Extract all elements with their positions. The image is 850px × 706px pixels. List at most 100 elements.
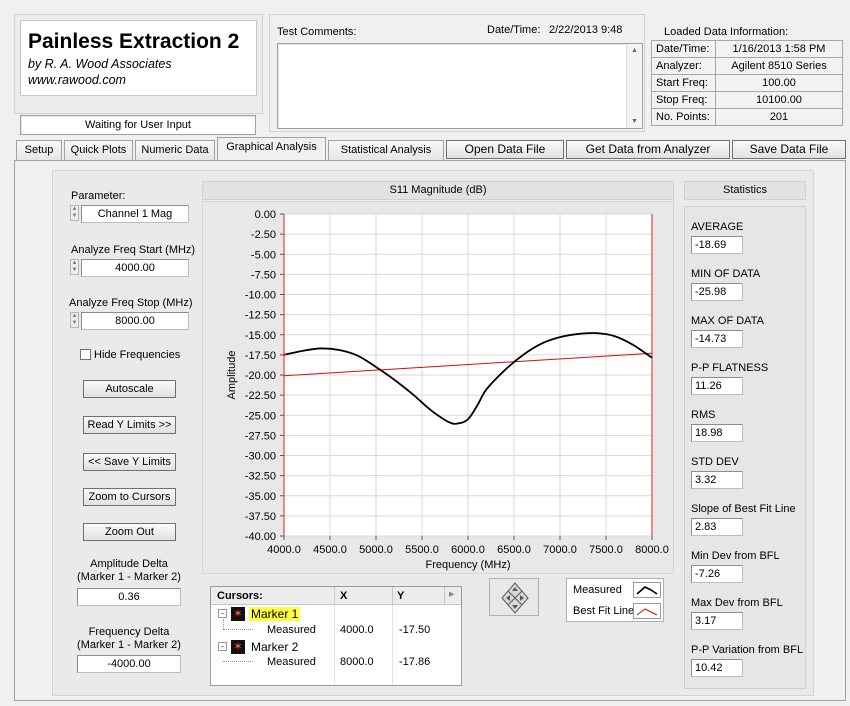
scroll-down-icon[interactable]: ▼ — [627, 118, 642, 125]
frequency-delta-value: -4000.00 — [107, 658, 151, 670]
datetime-label: Date/Time: — [487, 24, 541, 36]
amplitude-delta-field: 0.36 — [77, 588, 181, 606]
get-data-analyzer-button[interactable]: Get Data from Analyzer — [566, 140, 730, 159]
stats-title: Statistics — [722, 184, 767, 196]
chart-title-bar: S11 Magnitude (dB) — [202, 181, 674, 200]
y-tick-label: -27.50 — [245, 430, 276, 442]
tab-setup[interactable]: Setup — [16, 140, 62, 160]
parameter-label: Parameter: — [71, 190, 126, 202]
tab-numeric-data[interactable]: Numeric Data — [135, 140, 215, 160]
x-tick-label: 5500.0 — [405, 544, 439, 556]
tab-graphical-analysis[interactable]: Graphical Analysis — [217, 137, 326, 160]
legend-bestfit-label: Best Fit Line — [573, 605, 635, 617]
comments-panel: Test Comments: Date/Time: 2/22/2013 9:48… — [269, 14, 645, 132]
stat-value: 10.42 — [691, 659, 743, 677]
cursor-row-y: -17.86 — [399, 656, 431, 668]
legend-bestfit-swatch[interactable] — [633, 603, 661, 619]
hide-frequencies-label: Hide Frequencies — [94, 349, 181, 361]
s11-chart[interactable]: 0.00 -2.50 -5.00 -7.50 -10.00 -12.50 -15.00 -17… — [202, 201, 674, 574]
app-author: by R. A. Wood Associates — [28, 57, 172, 71]
y-tick-label: -30.00 — [245, 451, 276, 463]
scroll-up-icon[interactable]: ▲ — [627, 47, 642, 54]
cursor-row-y: -17.50 — [399, 624, 431, 636]
parameter-spinner[interactable]: ▲ ▼ — [70, 205, 79, 221]
marker-1-label[interactable]: Marker 1 — [249, 607, 301, 621]
y-tick-label: -25.00 — [245, 410, 276, 422]
hide-frequencies-checkbox[interactable] — [80, 349, 91, 360]
cursor-table-header: Cursors: X Y ▶ — [211, 587, 461, 605]
stat-label: Min Dev from BFL — [691, 550, 780, 562]
x-tick-label: 8000.0 — [635, 544, 669, 556]
loaded-info-value: 1/16/2013 1:58 PM — [715, 40, 843, 58]
marker-2-label[interactable]: Marker 2 — [249, 640, 300, 654]
cursor-table-scroll-icon[interactable]: ▶ — [449, 590, 454, 598]
legend-measured-swatch[interactable] — [633, 582, 661, 598]
stop-freq-spinner[interactable]: ▲ ▼ — [70, 312, 79, 328]
start-freq-spinner[interactable]: ▲ ▼ — [70, 259, 79, 275]
chart-title: S11 Magnitude (dB) — [389, 184, 487, 196]
y-tick-label: -37.50 — [245, 511, 276, 523]
cursor-header-x: X — [340, 590, 348, 602]
comments-textarea[interactable]: ▲ ▼ — [277, 43, 643, 129]
stat-value: -14.73 — [691, 330, 743, 348]
y-tick-label: 0.00 — [255, 209, 276, 221]
stat-value: -7.26 — [691, 565, 743, 583]
comments-scrollbar[interactable]: ▲ ▼ — [626, 44, 642, 128]
y-tick-label: -10.00 — [245, 290, 276, 302]
parameter-select[interactable]: Channel 1 Mag — [81, 205, 189, 223]
tree-collapse-icon[interactable]: - — [218, 609, 227, 618]
amplitude-delta-value: 0.36 — [118, 591, 140, 603]
amplitude-delta-subtitle: (Marker 1 - Marker 2) — [77, 571, 181, 583]
stat-label: STD DEV — [691, 456, 739, 468]
tree-collapse-icon[interactable]: - — [218, 642, 227, 651]
parameter-value: Channel 1 Mag — [97, 208, 173, 220]
start-freq-label: Analyze Freq Start (MHz) — [71, 244, 196, 256]
chart-legend: Measured Best Fit Line — [566, 578, 664, 622]
tab-statistical-analysis[interactable]: Statistical Analysis — [328, 140, 444, 160]
zoom-out-button[interactable]: Zoom Out — [83, 523, 176, 541]
cursor-row-measured-1: Measured 4000.0 -17.50 — [211, 619, 461, 639]
stat-label: Max Dev from BFL — [691, 597, 783, 609]
y-tick-label: -35.00 — [245, 491, 276, 503]
open-data-file-button[interactable]: Open Data File — [446, 140, 564, 159]
loaded-info-key: Stop Freq: — [651, 91, 716, 109]
status-text: Waiting for User Input — [85, 119, 191, 131]
stat-label: MAX OF DATA — [691, 315, 764, 327]
cursor-row-name: Measured — [267, 624, 316, 636]
y-tick-label: -15.00 — [245, 330, 276, 342]
stop-freq-input[interactable]: 8000.00 — [81, 312, 189, 330]
stat-label: P-P FLATNESS — [691, 362, 769, 374]
zoom-to-cursors-button[interactable]: Zoom to Cursors — [83, 488, 176, 506]
amplitude-delta-title: Amplitude Delta — [90, 558, 168, 570]
save-y-limits-button[interactable]: << Save Y Limits — [83, 453, 176, 471]
stat-value: 18.98 — [691, 424, 743, 442]
y-tick-label: -12.50 — [245, 310, 276, 322]
amplitude-delta-label: Amplitude Delta (Marker 1 - Marker 2) — [62, 558, 196, 584]
marker-2-icon: ✶ — [231, 640, 245, 654]
loaded-info-key: Analyzer: — [651, 57, 716, 75]
status-field: Waiting for User Input — [20, 115, 256, 135]
read-y-limits-button[interactable]: Read Y Limits >> — [83, 416, 176, 434]
x-tick-label: 5000.0 — [359, 544, 393, 556]
loaded-info-key: No. Points: — [651, 108, 716, 126]
stats-panel: AVERAGE -18.69 MIN OF DATA -25.98 MAX OF DAT… — [684, 206, 806, 689]
title-box: Painless Extraction 2 by R. A. Wood Asso… — [20, 20, 257, 96]
start-freq-value: 4000.00 — [115, 262, 155, 274]
pan-control-button[interactable] — [489, 578, 539, 616]
y-tick-label: -22.50 — [245, 390, 276, 402]
save-data-file-button[interactable]: Save Data File — [732, 140, 846, 159]
app-website: www.rawood.com — [28, 73, 126, 87]
start-freq-input[interactable]: 4000.00 — [81, 259, 189, 277]
cursor-row-name: Measured — [267, 656, 316, 668]
tab-quick-plots[interactable]: Quick Plots — [64, 140, 133, 160]
stat-value: 2.83 — [691, 518, 743, 536]
stat-value: -18.69 — [691, 236, 743, 254]
autoscale-button[interactable]: Autoscale — [83, 380, 176, 398]
loaded-info-row: No. Points: 201 — [651, 108, 843, 126]
stat-value: 3.17 — [691, 612, 743, 630]
y-tick-label: -2.50 — [251, 229, 276, 241]
title-panel: Painless Extraction 2 by R. A. Wood Asso… — [14, 14, 263, 114]
x-tick-label: 7000.0 — [543, 544, 577, 556]
cursor-table[interactable]: Cursors: X Y ▶ - ✶ Marker 1 Measured 400… — [210, 586, 462, 686]
y-tick-label: -20.00 — [245, 370, 276, 382]
